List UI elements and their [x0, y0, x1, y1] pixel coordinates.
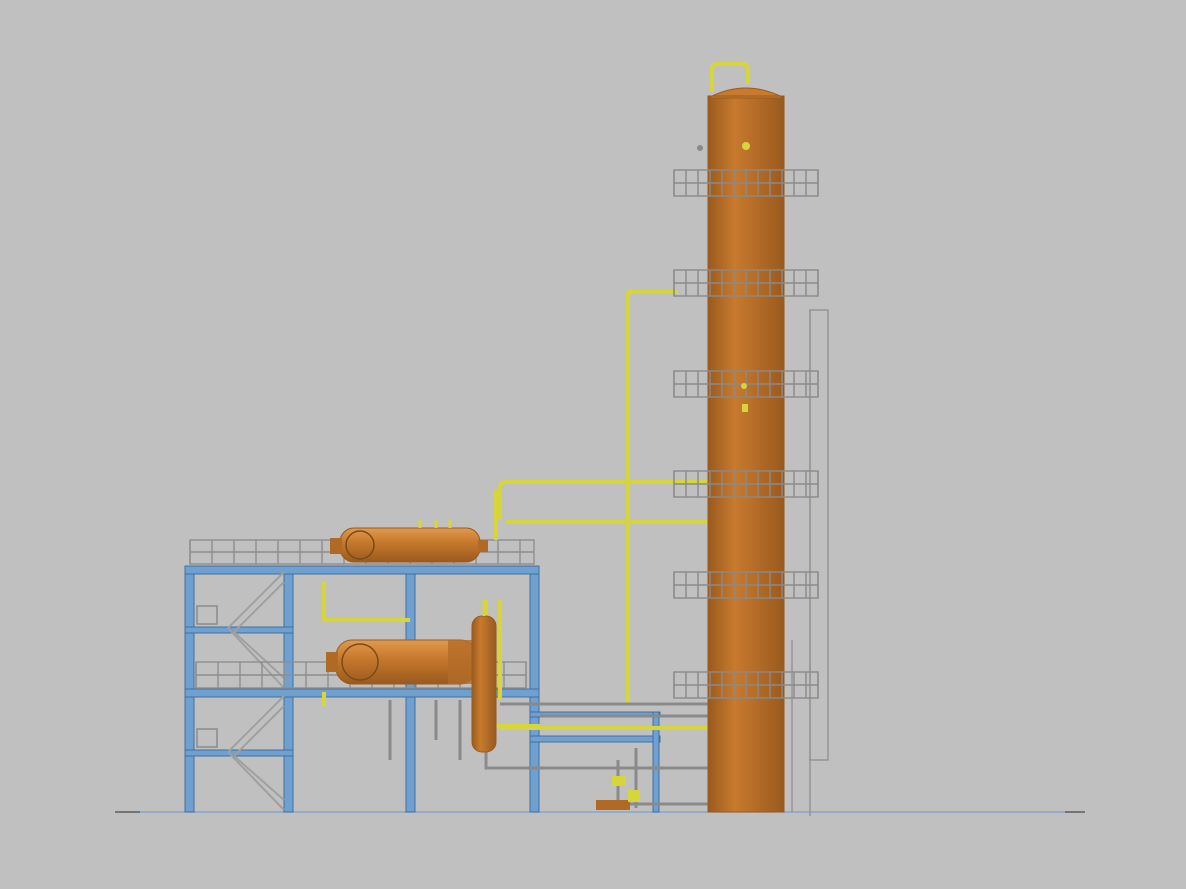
column-platform: [673, 269, 819, 297]
column-platform: [673, 571, 819, 599]
column-platform: [673, 671, 819, 699]
plant-elevation-view: [115, 62, 1085, 816]
piping-gray: [388, 150, 748, 808]
steel-beam-top: [184, 565, 540, 575]
upper-horizontal-drum: [330, 520, 488, 563]
column-platform: [673, 470, 819, 498]
steel-beam-pipe-rack: [529, 735, 661, 743]
small-vertical-drum: [471, 600, 497, 753]
lower-horizontal-exchanger: [326, 639, 477, 685]
column-ladder: [791, 309, 829, 816]
column-platform: [673, 169, 819, 197]
